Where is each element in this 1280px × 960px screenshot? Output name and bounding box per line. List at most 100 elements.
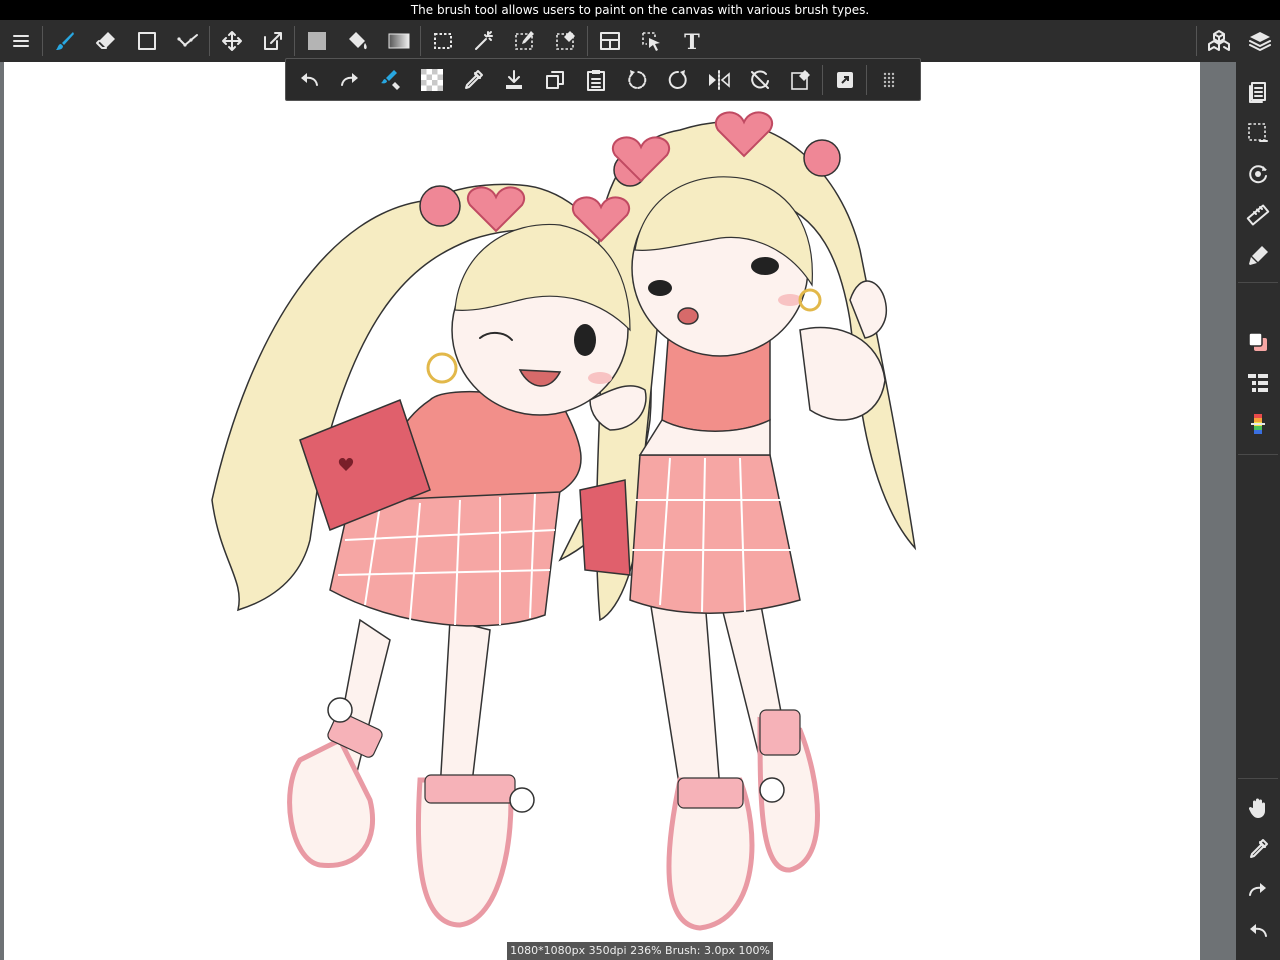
3d-material-button[interactable]: [1198, 20, 1239, 62]
fill-color-button[interactable]: [296, 20, 337, 62]
right-hair-bun-right: [803, 139, 841, 177]
paste-button[interactable]: [575, 59, 616, 100]
transparency-checker-icon: [420, 68, 443, 91]
text-t-icon: T: [684, 29, 700, 53]
side-redo-button[interactable]: [1236, 870, 1280, 910]
canvas-info: 1080*1080px 350dpi 236% Brush: 3.0px 100…: [510, 944, 770, 957]
copy-layer-icon: [545, 70, 564, 89]
right-sandal-strap-3: [759, 709, 801, 756]
text-tool-button[interactable]: T: [671, 20, 712, 62]
correction-line-icon: [176, 34, 198, 47]
drag-dots-icon: [883, 72, 894, 87]
selection-panel-icon: [1248, 123, 1268, 142]
undo-button[interactable]: [288, 59, 329, 100]
toolbar-divider: [866, 64, 867, 95]
right-girl-mouth: [677, 307, 699, 325]
document-icon: [1249, 82, 1266, 103]
rotate-snap-icon: [1249, 165, 1267, 184]
duplicate-button[interactable]: [534, 59, 575, 100]
floating-command-bar: [285, 58, 921, 101]
frame-icon: [599, 32, 620, 50]
shape-tool-button[interactable]: [126, 20, 167, 62]
expand-arrow-icon: [836, 71, 853, 88]
rotate-right-button[interactable]: [657, 59, 698, 100]
layers-icon: [1248, 32, 1271, 51]
gradient-tool-button[interactable]: [378, 20, 419, 62]
dashed-select-icon: [433, 33, 452, 49]
eraser-tool-button[interactable]: [85, 20, 126, 62]
frame-divider-button[interactable]: [589, 20, 630, 62]
full-screen-button[interactable]: [824, 59, 865, 100]
ruler-icon: [1246, 204, 1270, 226]
rotate-left-button[interactable]: [616, 59, 657, 100]
ruler-button[interactable]: [1236, 195, 1280, 235]
transform-tool-button[interactable]: [252, 20, 293, 62]
color-palette-button[interactable]: [1236, 404, 1280, 444]
import-button[interactable]: [493, 59, 534, 100]
canvas-workspace[interactable]: [0, 62, 1236, 960]
bucket-tool-button[interactable]: [337, 20, 378, 62]
toolbar-drag-handle[interactable]: [868, 59, 909, 100]
color-picker-button[interactable]: [1236, 322, 1280, 362]
redo-button[interactable]: [329, 59, 370, 100]
move-arrows-icon: [221, 31, 242, 51]
fill-rectangle-icon: [307, 32, 326, 50]
pompom-3: [759, 777, 785, 803]
hand-tool-button[interactable]: [1236, 788, 1280, 828]
flip-horizontal-icon: [708, 69, 730, 90]
redo-icon: [340, 72, 358, 86]
right-girl-eye-right: [751, 257, 779, 275]
menu-button[interactable]: [0, 20, 41, 62]
brush-tool-button[interactable]: [44, 20, 85, 62]
quick-eyedropper-button[interactable]: [1236, 829, 1280, 869]
selection-panel-button[interactable]: [1236, 113, 1280, 153]
rect-select-button[interactable]: [422, 20, 463, 62]
select-pen-button[interactable]: [504, 20, 545, 62]
select-cursor-icon: [641, 32, 660, 51]
document-settings-button[interactable]: [1236, 72, 1280, 112]
toolbar-divider: [42, 26, 43, 56]
right-blush: [778, 294, 802, 306]
select-move-button[interactable]: [630, 20, 671, 62]
clear-selection-button[interactable]: [780, 59, 821, 100]
paint-bucket-icon: [348, 32, 367, 50]
panel-divider: [1238, 778, 1278, 779]
right-girl-bag: [579, 479, 631, 576]
illustration: [211, 111, 917, 931]
move-tool-button[interactable]: [211, 20, 252, 62]
brush-panel-button[interactable]: [1236, 236, 1280, 276]
select-eraser-button[interactable]: [545, 20, 586, 62]
toolbar-divider: [209, 26, 210, 56]
drawing-canvas[interactable]: [4, 62, 1200, 960]
undo-icon: [1250, 924, 1267, 937]
top-toolbar: T: [0, 20, 1280, 62]
eyedropper-button[interactable]: [452, 59, 493, 100]
flip-horizontal-button[interactable]: [698, 59, 739, 100]
correction-tool-button[interactable]: [167, 20, 208, 62]
panel-divider: [1238, 454, 1278, 455]
pompom-2: [509, 787, 535, 813]
svg-text:T: T: [684, 29, 700, 53]
right-sandal-strap-1: [424, 774, 516, 804]
erase-selection-icon: [790, 69, 810, 90]
toolbar-divider: [420, 26, 421, 56]
magic-wand-button[interactable]: [463, 20, 504, 62]
left-blush: [588, 372, 612, 384]
eyedropper-icon: [464, 69, 483, 89]
hand-icon: [1248, 798, 1265, 818]
transparent-color-button[interactable]: [411, 59, 452, 100]
cubes-icon: [1207, 30, 1230, 51]
left-girl-eye: [574, 324, 596, 356]
rotate-left-icon: [627, 69, 646, 89]
download-tray-icon: [505, 69, 522, 89]
clear-rotation-button[interactable]: [739, 59, 780, 100]
layers-button[interactable]: [1239, 20, 1280, 62]
tip-bar: The brush tool allows users to paint on …: [0, 0, 1280, 20]
layer-list-button[interactable]: [1236, 363, 1280, 403]
hamburger-menu-icon: [12, 35, 29, 47]
snap-rotate-button[interactable]: [1236, 154, 1280, 194]
brush-eraser-toggle-button[interactable]: [370, 59, 411, 100]
toolbar-divider: [587, 26, 588, 56]
side-undo-button[interactable]: [1236, 911, 1280, 951]
layer-list-icon: [1248, 374, 1268, 392]
